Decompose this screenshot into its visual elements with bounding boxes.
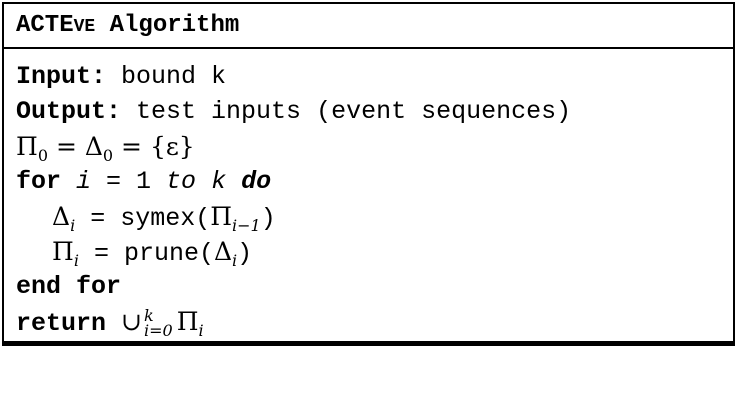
return-union-limits: k i=0 (143, 308, 173, 341)
step2-pi: Π (52, 237, 74, 266)
line-input: Input: bound k (16, 59, 733, 94)
init-eq1: = (48, 132, 85, 161)
title-smallcaps: VE (73, 17, 96, 37)
return-pi: Π (176, 307, 199, 336)
algorithm-body: Input: bound k Output: test inputs (even… (4, 49, 733, 339)
do-keyword: do (226, 167, 272, 196)
algorithm-box: ACTEVE Algorithm Input: bound k Output: … (2, 2, 735, 346)
line-prune: Πi = prune(Δi) (16, 234, 733, 269)
line-end-for: end for (16, 272, 122, 301)
algorithm-title: ACTEVE Algorithm (16, 12, 239, 39)
for-variable: i (61, 167, 92, 196)
init-delta: Δ (84, 132, 103, 161)
line-for: for i = 1 to k do (16, 164, 733, 199)
return-union-sub: i=0 (143, 321, 173, 341)
line-init: Π0 = Δ0 = {ε} (16, 129, 733, 164)
step1-delta: Δ (52, 202, 71, 231)
step2-close: ) (237, 239, 253, 268)
output-keyword: Output: (16, 97, 122, 126)
step2-delta: Δ (213, 237, 233, 266)
init-delta-sub: 0 (102, 146, 114, 165)
step1-close: ) (260, 204, 276, 233)
step1-pi-sub: i−1 (232, 216, 261, 235)
for-to: to (166, 167, 197, 196)
init-eq2: = (113, 132, 150, 161)
title-rest: Algorithm (95, 12, 240, 39)
return-pi-sub: i (198, 321, 204, 340)
step2-assign: = prune( (78, 239, 214, 268)
algorithm-header: ACTEVE Algorithm (4, 4, 733, 49)
for-keyword: for (16, 167, 62, 196)
step1-assign: = symex( (75, 204, 211, 233)
init-set: {ε} (149, 132, 195, 161)
init-pi: Π (16, 132, 38, 161)
line-output: Output: test inputs (event sequences) (16, 94, 733, 129)
return-union: ∪ (121, 307, 142, 336)
input-text: bound k (106, 62, 227, 91)
title-lead: ACTE (16, 12, 74, 39)
line-symex: Δi = symex(Πi−1) (16, 199, 733, 234)
for-range: = 1 (91, 167, 167, 196)
output-text: test inputs (event sequences) (121, 97, 572, 126)
return-keyword: return (16, 309, 107, 338)
line-return: return ∪ k i=0 Πi (16, 304, 733, 339)
step1-pi: Π (210, 202, 233, 231)
init-pi-sub: 0 (37, 146, 48, 165)
for-bound: k (196, 167, 227, 196)
input-keyword: Input: (16, 62, 107, 91)
